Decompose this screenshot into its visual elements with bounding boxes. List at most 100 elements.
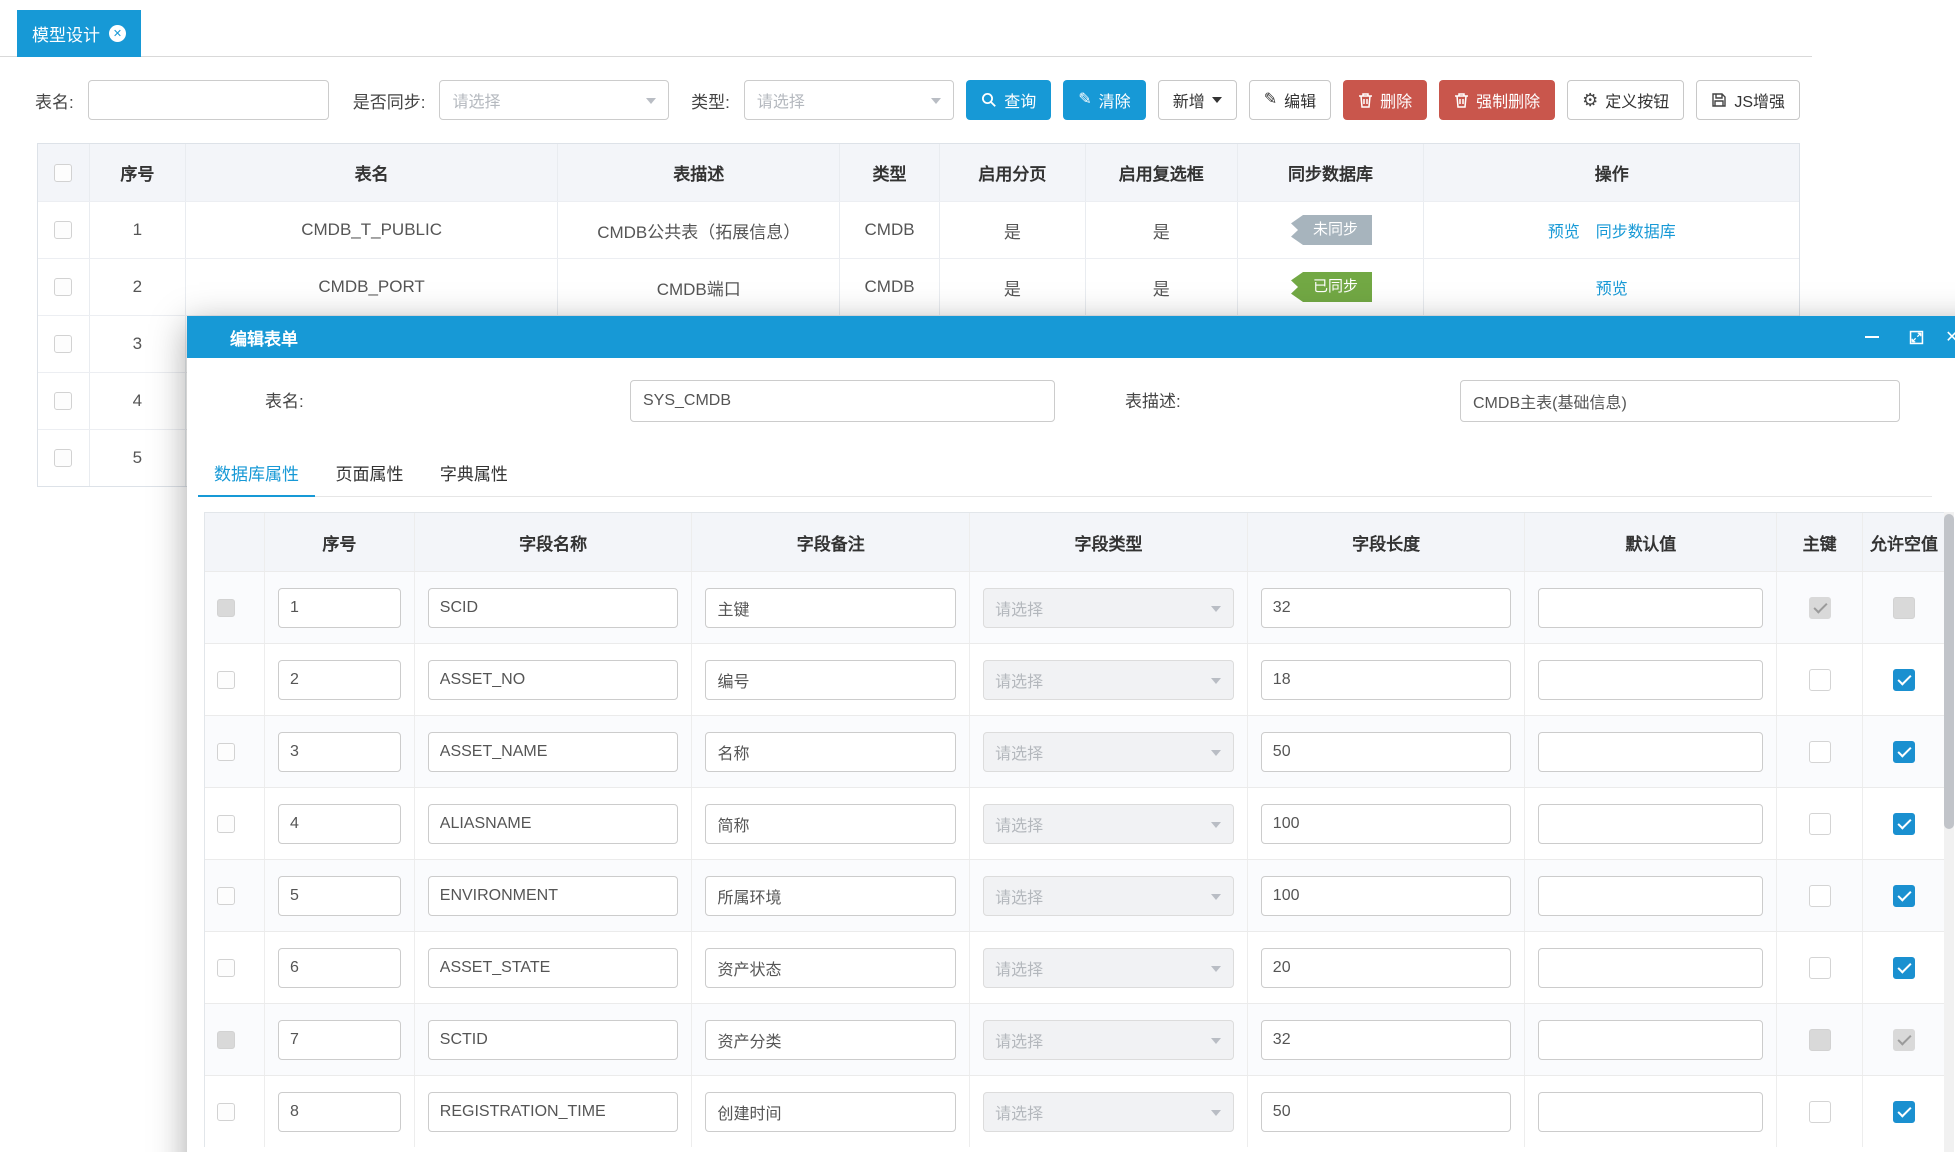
field-length-input[interactable] [1261, 588, 1512, 628]
edit-button[interactable]: ✎ 编辑 [1249, 80, 1331, 120]
minimize-icon[interactable] [1859, 316, 1885, 358]
force-delete-button[interactable]: 强制删除 [1439, 80, 1555, 120]
field-default-input[interactable] [1538, 588, 1763, 628]
field-remark-input[interactable] [705, 588, 956, 628]
field-seq-input[interactable] [278, 1020, 401, 1060]
field-length-input[interactable] [1261, 1020, 1512, 1060]
field-seq-input[interactable] [278, 588, 401, 628]
field-remark-input[interactable] [705, 1092, 956, 1132]
field-remark-input[interactable] [705, 948, 956, 988]
field-seq-input[interactable] [278, 660, 401, 700]
row-checkbox[interactable] [54, 392, 72, 410]
maximize-icon[interactable] [1903, 316, 1929, 358]
field-default-input[interactable] [1538, 948, 1763, 988]
primary-key-checkbox[interactable] [1809, 957, 1831, 979]
allow-null-checkbox[interactable] [1893, 741, 1915, 763]
tab-database-attrs[interactable]: 数据库属性 [198, 455, 315, 497]
primary-key-checkbox[interactable] [1809, 669, 1831, 691]
table-name-input[interactable] [88, 80, 329, 120]
field-seq-input[interactable] [278, 876, 401, 916]
field-remark-input[interactable] [705, 660, 956, 700]
define-button-button[interactable]: ⚙ 定义按钮 [1567, 80, 1684, 120]
sync-select[interactable]: 请选择 [439, 80, 669, 120]
type-select[interactable]: 请选择 [744, 80, 954, 120]
field-length-input[interactable] [1261, 660, 1512, 700]
delete-button[interactable]: 删除 [1343, 80, 1427, 120]
allow-null-checkbox[interactable] [1893, 669, 1915, 691]
row-checkbox[interactable] [54, 449, 72, 467]
field-name-input[interactable] [428, 804, 679, 844]
field-default-input[interactable] [1538, 804, 1763, 844]
row-checkbox[interactable] [217, 671, 235, 689]
field-type-select[interactable]: 请选择 [983, 588, 1234, 628]
field-type-select[interactable]: 请选择 [983, 1020, 1234, 1060]
tab-dict-attrs[interactable]: 字典属性 [424, 455, 524, 497]
field-type-select[interactable]: 请选择 [983, 948, 1234, 988]
field-default-input[interactable] [1538, 1020, 1763, 1060]
search-button[interactable]: 查询 [966, 80, 1051, 120]
add-button[interactable]: 新增 [1158, 80, 1237, 120]
field-name-input[interactable] [428, 660, 679, 700]
field-seq-input[interactable] [278, 804, 401, 844]
row-checkbox[interactable] [217, 1103, 235, 1121]
field-name-input[interactable] [428, 1092, 679, 1132]
field-seq-input[interactable] [278, 1092, 401, 1132]
allow-null-checkbox[interactable] [1893, 885, 1915, 907]
row-checkbox[interactable] [54, 221, 72, 239]
field-length-input[interactable] [1261, 876, 1512, 916]
js-enhance-button-label: JS增强 [1734, 88, 1785, 112]
row-checkbox[interactable] [217, 743, 235, 761]
action-link[interactable]: 同步数据库 [1596, 218, 1676, 242]
field-seq-input[interactable] [278, 732, 401, 772]
row-checkbox[interactable] [217, 959, 235, 977]
select-all-checkbox[interactable] [54, 164, 72, 182]
field-default-input[interactable] [1538, 660, 1763, 700]
primary-key-checkbox[interactable] [1809, 741, 1831, 763]
allow-null-checkbox[interactable] [1893, 1101, 1915, 1123]
field-length-input[interactable] [1261, 804, 1512, 844]
js-enhance-button[interactable]: JS增强 [1696, 80, 1800, 120]
primary-key-checkbox[interactable] [1809, 885, 1831, 907]
allow-null-checkbox[interactable] [1893, 957, 1915, 979]
form-table-name-input[interactable] [630, 380, 1055, 422]
field-type-select[interactable]: 请选择 [983, 1092, 1234, 1132]
field-default-input[interactable] [1538, 732, 1763, 772]
row-checkbox[interactable] [54, 278, 72, 296]
vertical-scrollbar[interactable] [1944, 512, 1954, 1152]
field-remark-input[interactable] [705, 732, 956, 772]
field-length-input[interactable] [1261, 948, 1512, 988]
tab-title: 模型设计 [32, 21, 100, 46]
field-length-input[interactable] [1261, 1092, 1512, 1132]
scrollbar-thumb[interactable] [1944, 514, 1954, 829]
field-type-select[interactable]: 请选择 [983, 804, 1234, 844]
field-seq-input[interactable] [278, 948, 401, 988]
field-remark-input[interactable] [705, 1020, 956, 1060]
field-type-select[interactable]: 请选择 [983, 732, 1234, 772]
field-name-input[interactable] [428, 1020, 679, 1060]
row-checkbox[interactable] [217, 887, 235, 905]
field-name-input[interactable] [428, 948, 679, 988]
field-default-input[interactable] [1538, 1092, 1763, 1132]
tab-close-icon[interactable]: ✕ [109, 25, 126, 42]
allow-null-checkbox[interactable] [1893, 813, 1915, 835]
row-checkbox[interactable] [217, 815, 235, 833]
tab-page-attrs[interactable]: 页面属性 [319, 455, 419, 497]
action-link[interactable]: 预览 [1548, 218, 1580, 242]
field-type-select[interactable]: 请选择 [983, 876, 1234, 916]
clear-button[interactable]: ✎ 清除 [1063, 80, 1145, 120]
field-default-input[interactable] [1538, 876, 1763, 916]
field-name-input[interactable] [428, 588, 679, 628]
field-remark-input[interactable] [705, 876, 956, 916]
field-name-input[interactable] [428, 876, 679, 916]
action-link[interactable]: 预览 [1596, 275, 1628, 299]
field-remark-input[interactable] [705, 804, 956, 844]
primary-key-checkbox[interactable] [1809, 1101, 1831, 1123]
primary-key-checkbox[interactable] [1809, 813, 1831, 835]
field-type-select[interactable]: 请选择 [983, 660, 1234, 700]
field-name-input[interactable] [428, 732, 679, 772]
form-table-desc-input[interactable] [1460, 380, 1900, 422]
close-icon[interactable]: ✕ [1939, 316, 1955, 358]
row-checkbox[interactable] [54, 335, 72, 353]
tab-model-design[interactable]: 模型设计 ✕ [17, 10, 141, 57]
field-length-input[interactable] [1261, 732, 1512, 772]
